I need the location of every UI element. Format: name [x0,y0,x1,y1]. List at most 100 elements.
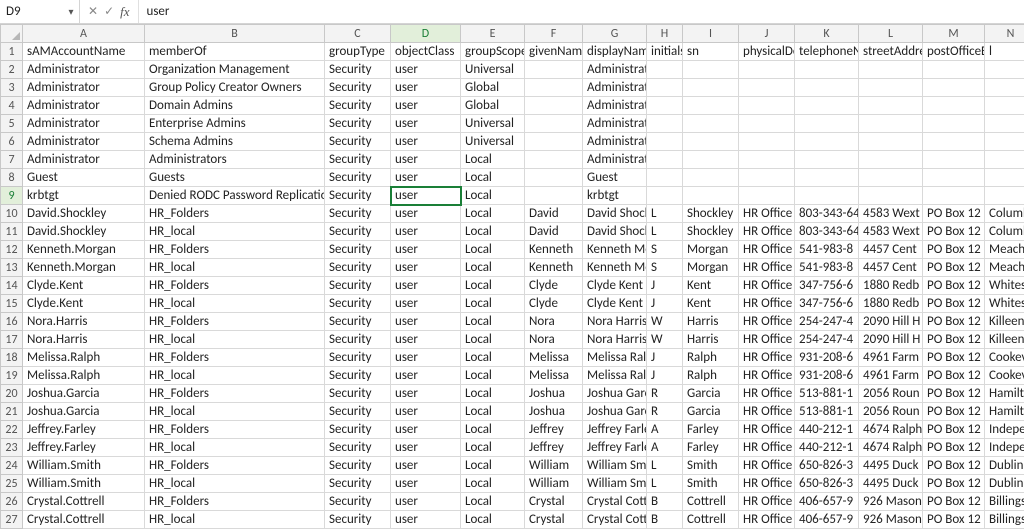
cell-I20[interactable]: Garcia [683,385,739,403]
cell-J22[interactable]: HR Office [739,421,795,439]
cell-I3[interactable] [683,79,739,97]
cell-E25[interactable]: Local [461,475,525,493]
cell-A14[interactable]: Clyde.Kent [23,277,145,295]
cell-K19[interactable]: 931-208-6 [795,367,859,385]
cell-G23[interactable]: Jeffrey Farley [583,439,647,457]
cell-B4[interactable]: Domain Admins [145,97,325,115]
row-header-1[interactable]: 1 [1,43,23,61]
cell-J19[interactable]: HR Office [739,367,795,385]
cell-N17[interactable]: Killeen [985,331,1024,349]
cell-J18[interactable]: HR Office [739,349,795,367]
cell-A21[interactable]: Joshua.Garcia [23,403,145,421]
cancel-icon[interactable]: ✕ [88,4,98,19]
cell-G25[interactable]: William Smith [583,475,647,493]
cell-G2[interactable]: Administrator [583,61,647,79]
cell-G6[interactable]: Administrator [583,133,647,151]
col-header-H[interactable]: H [647,25,683,43]
cell-N27[interactable]: Billings [985,511,1024,529]
cell-B26[interactable]: HR_Folders [145,493,325,511]
cell-E18[interactable]: Local [461,349,525,367]
cell-M21[interactable]: PO Box 12 [923,403,985,421]
cell-M15[interactable]: PO Box 12 [923,295,985,313]
row-header-12[interactable]: 12 [1,241,23,259]
cell-D1[interactable]: objectClass [391,43,461,61]
cell-K6[interactable] [795,133,859,151]
cell-H16[interactable]: W [647,313,683,331]
cell-H1[interactable]: initials [647,43,683,61]
cell-N14[interactable]: Whiteston [985,277,1024,295]
name-box[interactable]: D9 ▾ [0,0,80,23]
row-header-27[interactable]: 27 [1,511,23,529]
cell-D25[interactable]: user [391,475,461,493]
cell-F12[interactable]: Kenneth [525,241,583,259]
cell-E27[interactable]: Local [461,511,525,529]
cell-I14[interactable]: Kent [683,277,739,295]
cell-H11[interactable]: L [647,223,683,241]
cell-G11[interactable]: David Shockley [583,223,647,241]
chevron-down-icon[interactable]: ▾ [63,5,79,18]
cell-H14[interactable]: J [647,277,683,295]
row-header-11[interactable]: 11 [1,223,23,241]
cell-I12[interactable]: Morgan [683,241,739,259]
cell-H18[interactable]: J [647,349,683,367]
cell-N4[interactable] [985,97,1024,115]
cell-A17[interactable]: Nora.Harris [23,331,145,349]
row-header-8[interactable]: 8 [1,169,23,187]
cell-D2[interactable]: user [391,61,461,79]
cell-I1[interactable]: sn [683,43,739,61]
cell-B27[interactable]: HR_local [145,511,325,529]
cell-D19[interactable]: user [391,367,461,385]
cell-B20[interactable]: HR_Folders [145,385,325,403]
cell-G7[interactable]: Administrator [583,151,647,169]
cell-J13[interactable]: HR Office [739,259,795,277]
cell-C26[interactable]: Security [325,493,391,511]
cell-H7[interactable] [647,151,683,169]
cell-B16[interactable]: HR_Folders [145,313,325,331]
cell-I13[interactable]: Morgan [683,259,739,277]
spreadsheet-grid[interactable]: ABCDEFGHIJKLMN 1sAMAccountNamememberOfgr… [0,24,1024,529]
cell-I8[interactable] [683,169,739,187]
cell-C12[interactable]: Security [325,241,391,259]
cell-I2[interactable] [683,61,739,79]
cell-F8[interactable] [525,169,583,187]
cell-K13[interactable]: 541-983-8 [795,259,859,277]
cell-A8[interactable]: Guest [23,169,145,187]
row-header-26[interactable]: 26 [1,493,23,511]
cell-L17[interactable]: 2090 Hill H [859,331,923,349]
cell-L10[interactable]: 4583 Wext [859,205,923,223]
cell-H25[interactable]: L [647,475,683,493]
cell-C25[interactable]: Security [325,475,391,493]
cell-L2[interactable] [859,61,923,79]
cell-K10[interactable]: 803-343-64 [795,205,859,223]
cell-B19[interactable]: HR_local [145,367,325,385]
row-header-3[interactable]: 3 [1,79,23,97]
cell-E17[interactable]: Local [461,331,525,349]
cell-A6[interactable]: Administrator [23,133,145,151]
cell-M2[interactable] [923,61,985,79]
cell-E24[interactable]: Local [461,457,525,475]
cell-J8[interactable] [739,169,795,187]
cell-K14[interactable]: 347-756-6 [795,277,859,295]
cell-M17[interactable]: PO Box 12 [923,331,985,349]
cell-C1[interactable]: groupType [325,43,391,61]
cell-B6[interactable]: Schema Admins [145,133,325,151]
col-header-B[interactable]: B [145,25,325,43]
cell-A27[interactable]: Crystal.Cottrell [23,511,145,529]
row-header-13[interactable]: 13 [1,259,23,277]
cell-J12[interactable]: HR Office [739,241,795,259]
cell-D18[interactable]: user [391,349,461,367]
cell-L8[interactable] [859,169,923,187]
row-header-19[interactable]: 19 [1,367,23,385]
cell-H17[interactable]: W [647,331,683,349]
cell-F10[interactable]: David [525,205,583,223]
cell-C3[interactable]: Security [325,79,391,97]
cell-H23[interactable]: A [647,439,683,457]
cell-M20[interactable]: PO Box 12 [923,385,985,403]
cell-I19[interactable]: Ralph [683,367,739,385]
col-header-F[interactable]: F [525,25,583,43]
cell-B5[interactable]: Enterprise Admins [145,115,325,133]
cell-B12[interactable]: HR_Folders [145,241,325,259]
cell-C6[interactable]: Security [325,133,391,151]
cell-L7[interactable] [859,151,923,169]
cell-B1[interactable]: memberOf [145,43,325,61]
